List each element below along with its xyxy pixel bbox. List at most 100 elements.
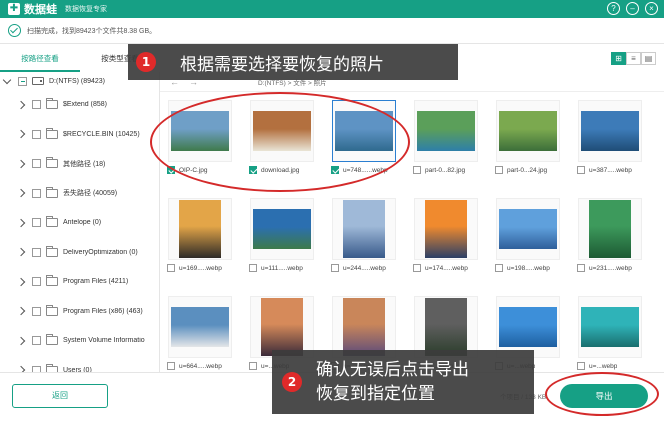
annotation-line-2: 恢复到指定位置 — [316, 384, 435, 404]
thumbnail-image[interactable] — [578, 100, 642, 162]
tree-item[interactable]: Program Files (4211) — [0, 267, 159, 297]
chevron-down-icon[interactable] — [2, 75, 12, 84]
detail-view-button[interactable]: ▤ — [641, 52, 656, 65]
folder-icon — [46, 304, 58, 316]
tree-checkbox[interactable] — [32, 159, 41, 169]
thumbnail-image[interactable] — [332, 198, 396, 260]
thumbnail-checkbox[interactable] — [577, 166, 585, 174]
thumbnail-caption: u=664.....webp — [165, 362, 235, 370]
thumbnail-checkbox[interactable] — [577, 264, 585, 272]
photo-thumbnail[interactable]: u=231.....webp — [575, 198, 645, 272]
thumbnail-checkbox[interactable] — [413, 166, 421, 174]
tree-checkbox[interactable] — [32, 336, 41, 346]
photo-preview — [343, 200, 385, 258]
thumbnail-image[interactable] — [250, 198, 314, 260]
thumbnail-image[interactable] — [332, 296, 396, 358]
photo-preview — [171, 307, 229, 347]
chevron-right-icon[interactable] — [16, 130, 26, 139]
tree-checkbox[interactable] — [32, 218, 41, 228]
thumbnail-checkbox[interactable] — [413, 264, 421, 272]
photo-thumbnail[interactable]: u=387.....webp — [575, 100, 645, 174]
thumbnail-image[interactable] — [578, 198, 642, 260]
tree-item[interactable]: $Extend (858) — [0, 90, 159, 120]
tab-by-path[interactable]: 按路径查看 — [0, 48, 80, 72]
tree-checkbox[interactable] — [32, 306, 41, 316]
thumbnail-checkbox[interactable] — [249, 362, 257, 370]
grid-view-button[interactable]: ⊞ — [611, 52, 626, 65]
thumbnail-checkbox[interactable] — [495, 166, 503, 174]
photo-thumbnail[interactable]: part-0...82.jpg — [411, 100, 481, 174]
tree-checkbox[interactable] — [32, 129, 41, 139]
file-name: u=664.....webp — [179, 362, 222, 370]
photo-preview — [179, 200, 221, 258]
list-view-button[interactable]: ≡ — [626, 52, 641, 65]
tree-checkbox[interactable] — [18, 76, 27, 86]
chevron-right-icon[interactable] — [16, 159, 26, 168]
photo-preview — [425, 298, 467, 356]
photo-thumbnail[interactable]: u=244.....webp — [329, 198, 399, 272]
photo-thumbnail[interactable]: u=664.....webp — [165, 296, 235, 370]
tree-item[interactable]: Antelope (0) — [0, 208, 159, 238]
photo-thumbnail[interactable]: u=198.....webp — [493, 198, 563, 272]
annotation-line-1: 确认无误后点击导出 — [316, 360, 469, 380]
help-icon[interactable]: ? — [607, 2, 620, 15]
chevron-right-icon[interactable] — [16, 336, 26, 345]
tree-item[interactable]: System Volume Informatio — [0, 326, 159, 356]
thumbnail-checkbox[interactable] — [249, 264, 257, 272]
thumbnail-image[interactable] — [168, 296, 232, 358]
thumbnail-image[interactable] — [496, 198, 560, 260]
thumbnail-image[interactable] — [414, 100, 478, 162]
thumbnail-image[interactable] — [250, 296, 314, 358]
folder-icon — [46, 186, 58, 198]
tree-checkbox[interactable] — [32, 247, 41, 257]
annotation-text: 根据需要选择要恢复的照片 — [180, 54, 384, 75]
photo-preview — [581, 307, 639, 347]
thumbnail-caption: u=111.....webp — [247, 264, 317, 272]
chevron-right-icon[interactable] — [16, 218, 26, 227]
thumbnail-checkbox[interactable] — [577, 362, 585, 370]
file-name: u=231.....webp — [589, 264, 632, 272]
tree-checkbox[interactable] — [32, 188, 41, 198]
file-name: u=198.....webp — [507, 264, 550, 272]
photo-thumbnail[interactable]: u=111.....webp — [247, 198, 317, 272]
chevron-right-icon[interactable] — [16, 277, 26, 286]
step-number-badge: 2 — [282, 372, 302, 392]
thumbnail-image[interactable] — [496, 296, 560, 358]
photo-thumbnail[interactable]: u=...webp — [575, 296, 645, 370]
thumbnail-checkbox[interactable] — [495, 264, 503, 272]
photo-preview — [499, 307, 557, 347]
window-controls: ? – × — [607, 2, 658, 15]
tree-item-label: $RECYCLE.BIN (10425) — [63, 130, 140, 138]
photo-thumbnail[interactable]: part-0...24.jpg — [493, 100, 563, 174]
file-name: u=387.....webp — [589, 166, 632, 174]
thumbnail-image[interactable] — [414, 198, 478, 260]
chevron-right-icon[interactable] — [16, 248, 26, 257]
thumbnail-image[interactable] — [496, 100, 560, 162]
tree-item[interactable]: $RECYCLE.BIN (10425) — [0, 120, 159, 150]
photo-thumbnail[interactable]: u=174.....webp — [411, 198, 481, 272]
tree-item[interactable]: 丢失路径 (40059) — [0, 179, 159, 209]
close-icon[interactable]: × — [645, 2, 658, 15]
thumbnail-checkbox[interactable] — [167, 362, 175, 370]
annotation-step-2: 2 确认无误后点击导出 恢复到指定位置 — [272, 350, 534, 414]
tree-item[interactable]: DeliveryOptimization (0) — [0, 238, 159, 268]
photo-thumbnail[interactable]: u=169.....webp — [165, 198, 235, 272]
tree-item[interactable]: 其他路径 (18) — [0, 149, 159, 179]
chevron-right-icon[interactable] — [16, 189, 26, 198]
tree-checkbox[interactable] — [32, 100, 41, 110]
thumbnail-checkbox[interactable] — [167, 264, 175, 272]
file-name: u=169.....webp — [179, 264, 222, 272]
minimize-icon[interactable]: – — [626, 2, 639, 15]
folder-icon — [46, 157, 58, 169]
tree-checkbox[interactable] — [32, 277, 41, 287]
tree-item[interactable]: Program Files (x86) (463) — [0, 297, 159, 327]
back-button[interactable]: 返回 — [12, 384, 108, 408]
thumbnail-checkbox[interactable] — [331, 264, 339, 272]
chevron-right-icon[interactable] — [16, 307, 26, 316]
thumbnail-image[interactable] — [578, 296, 642, 358]
chevron-right-icon[interactable] — [16, 100, 26, 109]
thumbnail-image[interactable] — [168, 198, 232, 260]
photo-preview — [253, 209, 311, 249]
tree-root-label: D:(NTFS) (89423) — [49, 77, 106, 85]
thumbnail-image[interactable] — [414, 296, 478, 358]
